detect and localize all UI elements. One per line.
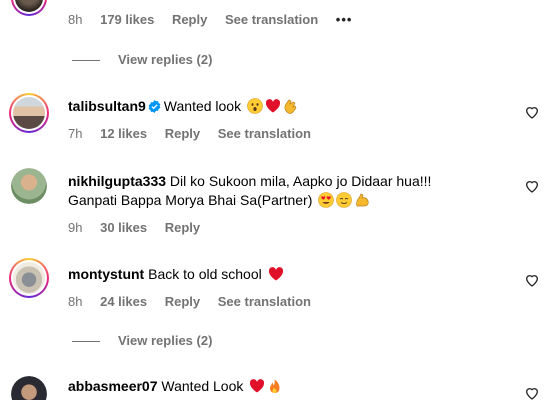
red-heart-icon [250,379,265,393]
verified-badge-icon [148,100,161,113]
reply-button[interactable]: Reply [165,126,200,141]
comment-time: 7h [68,126,83,141]
comment-body: nikhilgupta333 Dil ko Sukoon mila, Aapko… [68,172,431,190]
comment-text: Dil ko Sukoon mila, Aapko jo Didaar hua!… [169,173,432,189]
comment-text: Back to old school [148,266,262,282]
avatar[interactable] [9,258,49,298]
likes-count[interactable]: 179 likes [100,12,154,27]
reply-button[interactable]: Reply [165,294,200,309]
comment-username[interactable]: nikhilgupta333 [68,173,166,189]
reply-button[interactable]: Reply [172,12,207,27]
reply-button[interactable]: Reply [165,220,200,235]
red-heart-icon [268,267,283,281]
comment-time: 9h [68,220,83,235]
like-heart-icon[interactable] [524,104,540,120]
avatar[interactable] [11,0,47,16]
more-options-icon[interactable]: ••• [336,12,353,27]
divider-line [72,341,100,343]
see-translation-button[interactable]: See translation [218,126,311,141]
comments-panel: 8h 179 likes Reply See translation ••• V… [0,0,554,400]
avatar[interactable] [11,168,47,204]
comment-username[interactable]: talibsultan9 [68,98,146,114]
avatar[interactable] [11,376,47,400]
view-replies-button[interactable]: View replies (2) [72,52,212,68]
comment-body: montystunt Back to old school [68,265,284,283]
likes-count[interactable]: 12 likes [100,126,147,141]
avatar[interactable] [9,93,49,133]
comment-body-line2: Ganpati Bappa Morya Bhai Sa(Partner) [68,191,370,209]
comment-meta: 9h 30 likes Reply [68,220,214,236]
comment-username[interactable]: abbasmeer07 [68,378,158,394]
like-heart-icon[interactable] [524,272,540,288]
view-replies-label: View replies (2) [118,52,213,67]
flexed-biceps-icon [356,193,369,207]
heart-eyes-face-icon [318,192,335,208]
likes-count[interactable]: 24 likes [100,294,147,309]
comment-text: Wanted look [163,98,242,114]
like-heart-icon[interactable] [524,178,540,194]
clapping-hands-icon [284,99,297,114]
red-heart-icon [265,99,281,113]
comment-meta: 8h 24 likes Reply See translation [68,294,325,310]
like-heart-icon[interactable] [524,385,540,400]
comment-username[interactable]: montystunt [68,266,144,282]
comment-body: abbasmeer07 Wanted Look [68,377,283,395]
comment-meta: 8h 179 likes Reply See translation ••• [68,12,366,28]
comment-text: Ganpati Bappa Morya Bhai Sa(Partner) [68,192,313,208]
see-translation-button[interactable]: See translation [225,12,318,27]
view-replies-label: View replies (2) [118,333,213,348]
comment-meta: 7h 12 likes Reply See translation [68,126,325,142]
see-translation-button[interactable]: See translation [218,294,311,309]
comment-time: 8h [68,12,83,27]
view-replies-button[interactable]: View replies (2) [72,333,212,349]
astonished-face-icon [247,98,263,114]
likes-count[interactable]: 30 likes [100,220,147,235]
fire-icon [270,379,280,393]
comment-time: 8h [68,294,83,309]
relieved-face-icon [336,192,353,208]
comment-body: talibsultan9 Wanted look [68,97,299,115]
divider-line [72,60,100,62]
comment-text: Wanted Look [161,378,244,394]
